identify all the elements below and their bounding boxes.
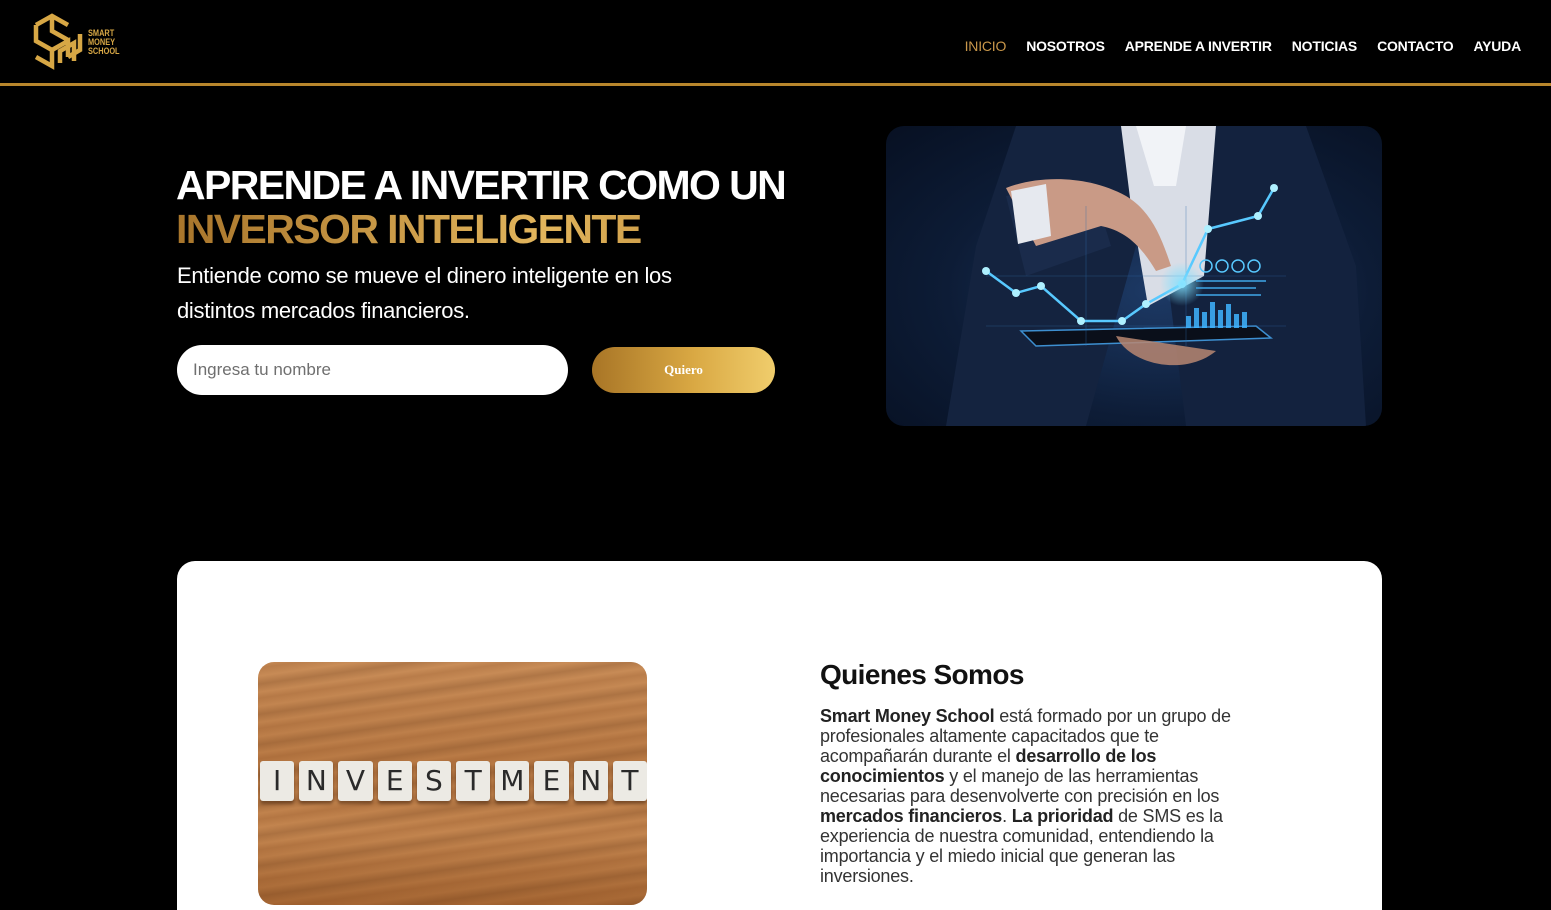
about-text-run: . — [1002, 806, 1012, 826]
about-bold-text: Smart Money School — [820, 706, 995, 726]
about-title: Quienes Somos — [820, 659, 1024, 690]
letter-tile: V — [338, 761, 373, 801]
hero-title-line1: APRENDE A INVERTIR COMO UN — [176, 162, 787, 208]
hero-investor-image — [886, 126, 1382, 426]
about-bold-text: mercados financieros — [820, 806, 1003, 826]
letter-tile: N — [573, 761, 608, 801]
letter-tile: M — [495, 761, 530, 801]
investor-tablet-graphic — [946, 126, 1366, 426]
about-bold-text: La prioridad — [1011, 806, 1114, 826]
main-nav: INICIO NOSOTROS APRENDE A INVERTIR NOTIC… — [965, 38, 1522, 54]
letter-tile: T — [612, 761, 647, 801]
letter-tile: I — [260, 761, 295, 801]
sms-logo-icon — [33, 13, 83, 70]
letter-tile: N — [299, 761, 334, 801]
letter-tile: E — [377, 761, 412, 801]
nav-nosotros[interactable]: NOSOTROS — [1026, 38, 1105, 54]
investment-tiles-image: INVESTMENT — [258, 662, 647, 905]
nav-contacto[interactable]: CONTACTO — [1377, 38, 1454, 54]
nav-ayuda[interactable]: AYUDA — [1474, 38, 1522, 54]
letter-tile: E — [534, 761, 569, 801]
nav-noticias[interactable]: NOTICIAS — [1292, 38, 1357, 54]
name-input[interactable] — [177, 345, 568, 395]
letter-tile: T — [456, 761, 491, 801]
quiero-button[interactable]: Quiero — [592, 347, 775, 393]
brand-logo[interactable]: SMART MONEY SCHOOL — [30, 10, 130, 74]
nav-aprende-a-invertir[interactable]: APRENDE A INVERTIR — [1125, 38, 1272, 54]
site-header: SMART MONEY SCHOOL INICIO NOSOTROS APREN… — [0, 0, 1551, 86]
logo-line-school: SCHOOL — [88, 45, 120, 56]
about-paragraph: Smart Money School está formado por un g… — [820, 706, 1260, 886]
investment-tiles: INVESTMENT — [258, 761, 647, 805]
hero-subtitle: Entiende como se mueve el dinero intelig… — [177, 263, 672, 323]
nav-inicio[interactable]: INICIO — [965, 38, 1007, 54]
hero-title-line2: INVERSOR INTELIGENTE — [176, 207, 785, 251]
about-card: INVESTMENT Quienes Somos Smart Money Sch… — [177, 561, 1382, 910]
letter-tile: S — [416, 761, 452, 801]
logo-wordmark: SMART MONEY SCHOOL — [88, 28, 120, 56]
hero-title: APRENDE A INVERTIR COMO UN INVERSOR INTE… — [176, 162, 787, 251]
